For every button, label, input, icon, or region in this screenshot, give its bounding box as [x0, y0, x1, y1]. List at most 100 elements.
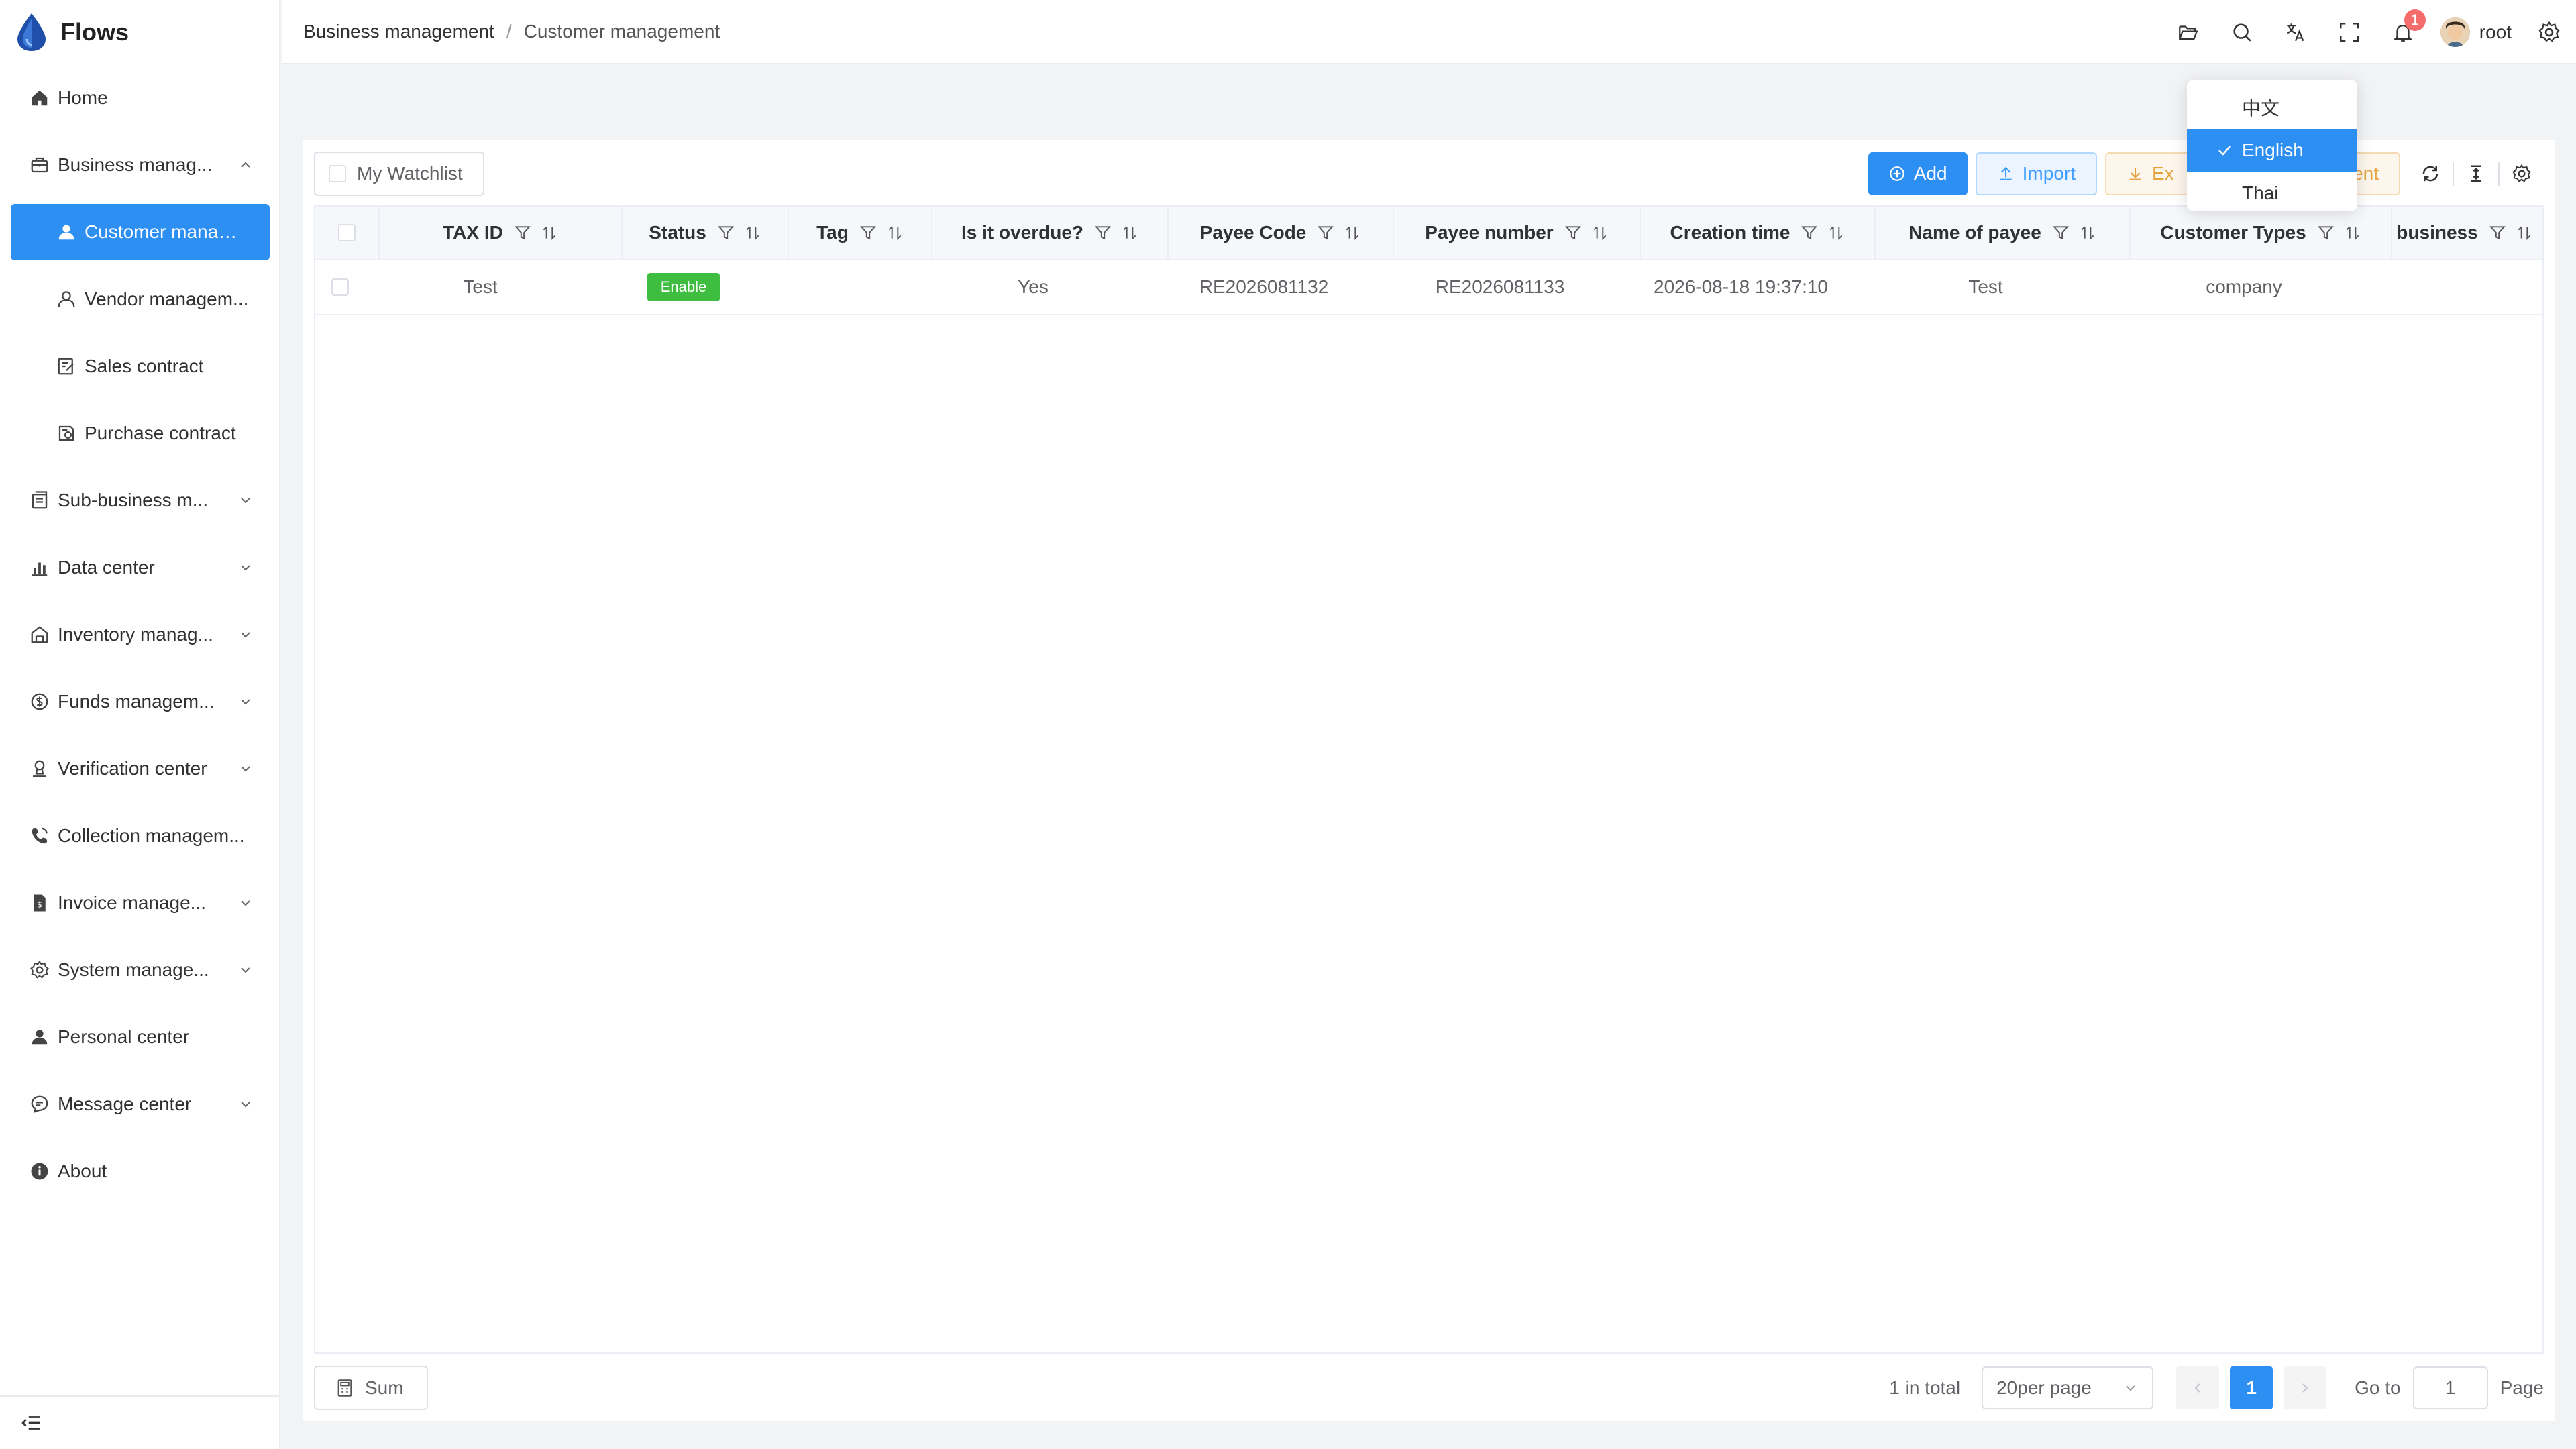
sidebar-item-label: Inventory manag... — [58, 624, 213, 645]
settings-button[interactable] — [2522, 0, 2576, 64]
column-header-tax-id[interactable]: TAX ID — [380, 207, 623, 259]
money-icon — [31, 693, 48, 710]
language-button[interactable] — [2269, 0, 2322, 64]
column-header-overdue[interactable]: Is it overdue? — [932, 207, 1169, 259]
sort-icon[interactable] — [1344, 224, 1361, 241]
column-header-status[interactable]: Status — [623, 207, 789, 259]
sidebar-item-vendor-management[interactable]: Vendor managem... — [0, 266, 280, 333]
sidebar-item-data-center[interactable]: Data center — [0, 534, 280, 601]
sidebar-collapse-button[interactable] — [0, 1395, 280, 1449]
cell-tax-id: Test — [463, 276, 498, 297]
column-settings-button[interactable] — [2500, 152, 2544, 196]
sort-icon[interactable] — [744, 224, 761, 241]
column-header-payee-number[interactable]: Payee number — [1394, 207, 1641, 259]
filter-icon[interactable] — [717, 224, 735, 241]
sidebar-item-verification[interactable]: Verification center — [0, 735, 280, 802]
language-option-chinese[interactable]: 中文 — [2187, 86, 2357, 129]
column-header-payee-code[interactable]: Payee Code — [1169, 207, 1394, 259]
sidebar-item-customer-management[interactable]: Customer manag... — [11, 204, 270, 260]
watchlist-checkbox[interactable]: My Watchlist — [314, 152, 484, 196]
cell-overdue: Yes — [1018, 276, 1049, 297]
sort-icon[interactable] — [1827, 224, 1845, 241]
language-dropdown: 中文 English Thai — [2187, 80, 2357, 211]
watchlist-checkbox-box[interactable] — [329, 165, 346, 182]
language-option-label: English — [2242, 140, 2304, 160]
sidebar-item-funds[interactable]: Funds managem... — [0, 668, 280, 735]
check-icon — [2218, 146, 2231, 156]
column-header-name-of-payee[interactable]: Name of payee — [1876, 207, 2131, 259]
sidebar-item-sub-business[interactable]: Sub-business m... — [0, 467, 280, 534]
import-button[interactable]: Import — [1975, 152, 2097, 195]
chevron-down-icon — [241, 967, 250, 973]
sort-icon[interactable] — [1591, 224, 1609, 241]
sidebar-item-label: Vendor managem... — [85, 288, 249, 309]
sidebar-item-label: Sub-business m... — [58, 490, 209, 511]
sort-icon[interactable] — [2516, 224, 2533, 241]
column-header-tag[interactable]: Tag — [789, 207, 932, 259]
select-all-checkbox[interactable] — [338, 224, 356, 241]
sidebar-item-message-center[interactable]: Message center — [0, 1071, 280, 1138]
column-header-creation-time[interactable]: Creation time — [1641, 207, 1876, 259]
next-page-button[interactable] — [2284, 1366, 2327, 1409]
sum-label: Sum — [365, 1377, 404, 1398]
sidebar-item-collection[interactable]: Collection managem... — [0, 802, 280, 869]
language-option-english[interactable]: English — [2187, 129, 2357, 172]
sidebar-item-personal-center[interactable]: Personal center — [0, 1004, 280, 1071]
filter-icon[interactable] — [2489, 224, 2506, 241]
sidebar-item-home[interactable]: Home — [0, 64, 280, 131]
user-outline-icon — [58, 291, 75, 307]
sidebar-item-label: System manage... — [58, 959, 209, 980]
sidebar-item-inventory[interactable]: Inventory manag... — [0, 601, 280, 668]
search-button[interactable] — [2215, 0, 2269, 64]
chevron-right-icon — [2302, 1383, 2308, 1393]
sidebar-item-system[interactable]: System manage... — [0, 936, 280, 1004]
user-icon — [58, 225, 74, 240]
sidebar-item-label: Home — [58, 87, 108, 108]
sidebar-item-invoice[interactable]: $ Invoice manage... — [0, 869, 280, 936]
pagination: 1 in total 20per page 1 Go to 1 Page — [1889, 1366, 2544, 1410]
folder-button[interactable] — [2161, 0, 2215, 64]
warehouse-icon — [31, 626, 48, 643]
sidebar-item-purchase-contract[interactable]: Purchase contract — [0, 400, 280, 467]
breadcrumb-item-business-management[interactable]: Business management — [303, 21, 494, 42]
sidebar-item-label: Business manag... — [58, 154, 213, 175]
filter-icon[interactable] — [1564, 224, 1582, 241]
filter-icon[interactable] — [2317, 224, 2334, 241]
refresh-button[interactable] — [2408, 152, 2453, 196]
sidebar-item-sales-contract[interactable]: Sales contract — [0, 333, 280, 400]
filter-icon[interactable] — [514, 224, 531, 241]
page-size-select[interactable]: 20per page — [1982, 1366, 2154, 1409]
breadcrumb-item-customer-management: Customer management — [523, 21, 720, 42]
fullscreen-button[interactable] — [2322, 0, 2376, 64]
density-button[interactable] — [2454, 152, 2498, 196]
prev-page-button[interactable] — [2176, 1366, 2220, 1409]
row-checkbox[interactable] — [331, 278, 349, 296]
sum-button[interactable]: Sum — [314, 1366, 428, 1410]
filter-icon[interactable] — [1801, 224, 1818, 241]
sidebar-item-business-management[interactable]: Business manag... — [0, 131, 280, 199]
filter-icon[interactable] — [2052, 224, 2070, 241]
sidebar-item-about[interactable]: About — [0, 1138, 280, 1205]
app-logo[interactable]: Flows — [15, 13, 129, 51]
user-menu[interactable]: root — [2430, 0, 2522, 64]
sort-icon[interactable] — [2079, 224, 2096, 241]
column-header-business[interactable]: business — [2392, 207, 2537, 259]
notification-badge: 1 — [2404, 9, 2426, 31]
sort-icon[interactable] — [2344, 224, 2361, 241]
chevron-down-icon — [241, 1102, 250, 1108]
notification-button[interactable]: 1 — [2376, 0, 2430, 64]
language-option-thai[interactable]: Thai — [2187, 172, 2357, 215]
avatar — [2440, 17, 2470, 47]
chevron-down-icon — [2126, 1385, 2135, 1391]
filter-icon[interactable] — [859, 224, 877, 241]
sort-icon[interactable] — [541, 224, 558, 241]
column-label: business — [2396, 222, 2478, 243]
sort-icon[interactable] — [1121, 224, 1138, 241]
filter-icon[interactable] — [1317, 224, 1334, 241]
filter-icon[interactable] — [1094, 224, 1112, 241]
table-row[interactable]: Test Enable Yes RE2026081132 RE202608113… — [315, 260, 2542, 315]
add-button[interactable]: Add — [1868, 152, 1968, 195]
page-number-current[interactable]: 1 — [2230, 1366, 2273, 1409]
goto-page-input[interactable]: 1 — [2412, 1366, 2488, 1409]
sort-icon[interactable] — [886, 224, 904, 241]
